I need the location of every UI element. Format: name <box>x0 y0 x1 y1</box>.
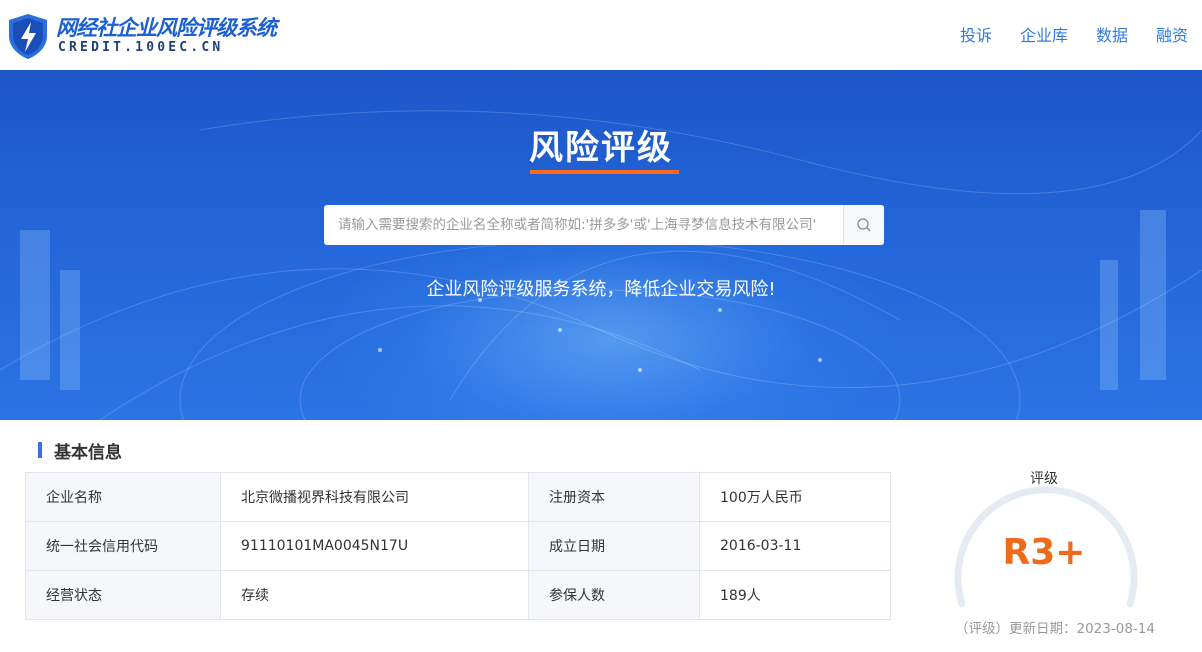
nav-company-library[interactable]: 企业库 <box>1020 22 1068 46</box>
value-cell: 100万人民币 <box>699 472 891 522</box>
value-cell: 存续 <box>220 570 529 620</box>
logo-title: 网经社企业风险评级系统 <box>56 16 277 40</box>
logo-subtitle: CREDIT.100EC.CN <box>58 40 224 55</box>
hero-banner: 风险评级 企业风险评级服务系统，降低企业交易风险! <box>0 70 1202 420</box>
page-title: 风险评级 <box>529 128 673 168</box>
search-input[interactable] <box>324 205 828 245</box>
label-cell: 统一社会信用代码 <box>25 521 221 571</box>
label-cell: 参保人数 <box>528 570 700 620</box>
nav-complaint[interactable]: 投诉 <box>960 22 992 46</box>
section-header: 基本信息 <box>38 440 122 463</box>
value-cell: 北京微播视界科技有限公司 <box>220 472 529 522</box>
top-nav: 投诉 企业库 数据 融资 <box>932 22 1188 46</box>
value-cell: 91110101MA0045N17U <box>220 521 529 571</box>
title-underline <box>530 170 679 174</box>
search-icon <box>857 218 871 232</box>
section-title: 基本信息 <box>54 442 122 463</box>
table-row: 统一社会信用代码 91110101MA0045N17U 成立日期 2016-03… <box>25 521 891 571</box>
basic-info-table: 企业名称 北京微播视界科技有限公司 注册资本 100万人民币 统一社会信用代码 … <box>25 472 891 620</box>
table-row: 经营状态 存续 参保人数 189人 <box>25 570 891 620</box>
site-logo[interactable]: 网经社企业风险评级系统 CREDIT.100EC.CN <box>6 10 277 62</box>
top-header: 网经社企业风险评级系统 CREDIT.100EC.CN 投诉 企业库 数据 融资 <box>0 0 1202 70</box>
label-cell: 注册资本 <box>528 472 700 522</box>
shield-bolt-icon <box>9 14 47 59</box>
table-row: 企业名称 北京微播视界科技有限公司 注册资本 100万人民币 <box>25 472 891 522</box>
search-button[interactable] <box>843 205 884 245</box>
section-marker <box>38 442 42 458</box>
label-cell: 经营状态 <box>25 570 221 620</box>
rating-value: R3+ <box>1002 532 1086 573</box>
value-cell: 2016-03-11 <box>699 521 891 571</box>
nav-data[interactable]: 数据 <box>1096 22 1128 46</box>
label-cell: 企业名称 <box>25 472 221 522</box>
rating-label: 评级 <box>1030 471 1058 487</box>
label-cell: 成立日期 <box>528 521 700 571</box>
slogan-text: 企业风险评级服务系统，降低企业交易风险! <box>426 279 776 300</box>
value-cell: 189人 <box>699 570 891 620</box>
search-box <box>324 205 884 245</box>
rating-update-date: （评级）更新日期：2023-08-14 <box>955 621 1155 637</box>
nav-financing[interactable]: 融资 <box>1156 22 1188 46</box>
